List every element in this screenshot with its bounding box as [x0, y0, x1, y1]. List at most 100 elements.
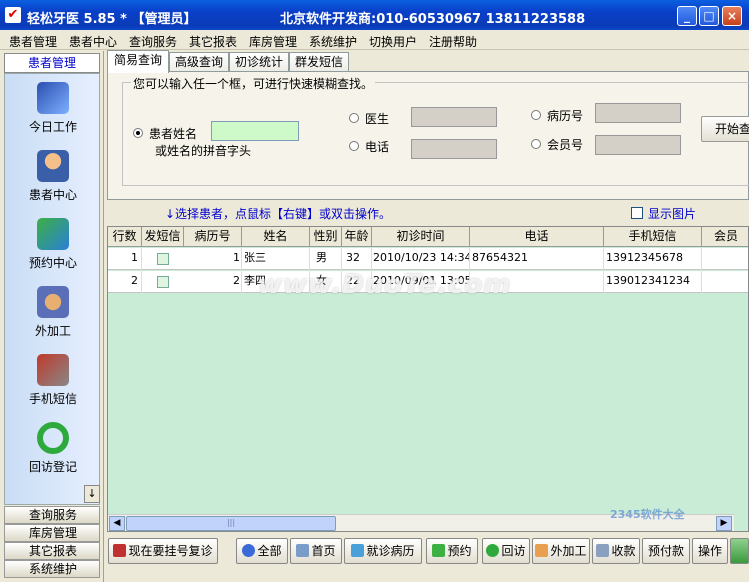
tab-group-sms[interactable]: 群发短信 [289, 52, 349, 72]
col-age[interactable]: 年龄 [342, 227, 372, 247]
sidebar-scroll-down-button[interactable]: ↓ [84, 485, 100, 503]
record-radio[interactable] [531, 110, 541, 120]
followup-small-icon [486, 544, 500, 557]
sidebar-item-today-work[interactable]: 今日工作 [5, 78, 101, 140]
all-button[interactable]: 全部 [236, 538, 288, 564]
button-label: 就诊病历 [366, 544, 415, 558]
sidebar-item-followup[interactable]: 回访登记 [5, 418, 101, 480]
cell-mobile: 139012341234 [604, 271, 702, 293]
record-icon [351, 544, 365, 557]
menu-system[interactable]: 系统维护 [309, 33, 357, 50]
table-row[interactable]: 1 1 张三 男 32 2010/10/23 14:34 87654321 13… [108, 248, 748, 270]
cell-row-number: 1 [108, 248, 142, 270]
name-radio[interactable] [133, 128, 143, 138]
maximize-button[interactable]: □ [699, 6, 719, 26]
phone-radio[interactable] [349, 141, 359, 151]
menu-switch-user[interactable]: 切换用户 [369, 33, 417, 50]
sidebar-item-patient-center[interactable]: 患者中心 [5, 146, 101, 208]
send-sms-checkbox[interactable] [157, 276, 169, 288]
sidebar-item-sms[interactable]: 手机短信 [5, 350, 101, 412]
register-revisit-button[interactable]: 现在要挂号复诊 [108, 538, 218, 564]
sidebar-item-outsourcing[interactable]: 外加工 [5, 282, 101, 344]
medical-record-button[interactable]: 就诊病历 [344, 538, 422, 564]
tab-simple-query[interactable]: 简易查询 [107, 50, 169, 73]
operate-button[interactable]: 操作 [692, 538, 728, 564]
member-label: 会员号 [547, 138, 584, 152]
col-phone[interactable]: 电话 [470, 227, 604, 247]
sidebar-button-other-reports[interactable]: 其它报表 [4, 542, 100, 560]
menu-patient-center[interactable]: 患者中心 [69, 33, 117, 50]
doctor-select[interactable] [411, 107, 497, 127]
col-sex[interactable]: 性别 [310, 227, 342, 247]
outsourcing-small-icon [535, 544, 549, 557]
phone-label: 电话 [365, 140, 390, 154]
home-button[interactable]: 首页 [290, 538, 342, 564]
exit-icon[interactable] [730, 538, 749, 564]
close-button[interactable]: × [722, 6, 742, 26]
col-send-sms[interactable]: 发短信 [142, 227, 184, 247]
today-work-icon [37, 82, 69, 114]
followup-button[interactable]: 回访 [482, 538, 530, 564]
sidebar-item-label: 手机短信 [28, 392, 77, 406]
sidebar-button-warehouse[interactable]: 库房管理 [4, 524, 100, 542]
hint-bar: ↓选择患者，点鼠标【右键】或双击操作。 显示图片 [107, 201, 749, 225]
arrow-right-icon [113, 544, 127, 557]
appointment-button[interactable]: 预约 [426, 538, 478, 564]
sidebar-button-query-service[interactable]: 查询服务 [4, 506, 100, 524]
menu-register-help[interactable]: 注册帮助 [429, 33, 477, 50]
button-label: 回访 [501, 544, 526, 558]
developer-info: 北京软件开发商:010-60530967 13811223588 [280, 12, 586, 27]
show-photo-checkbox[interactable] [631, 207, 643, 219]
outsourcing-icon [37, 286, 69, 318]
tab-first-visit-stats[interactable]: 初诊统计 [229, 52, 289, 72]
col-row-number[interactable]: 行数 [108, 227, 142, 247]
scroll-thumb[interactable]: ||| [126, 516, 336, 531]
page-icon [296, 544, 310, 557]
send-sms-checkbox[interactable] [157, 253, 169, 265]
button-label: 外加工 [550, 544, 587, 558]
appointment-icon [37, 218, 69, 250]
patient-center-icon [37, 150, 69, 182]
col-first-visit-time[interactable]: 初诊时间 [372, 227, 470, 247]
button-label: 预约 [447, 544, 472, 558]
outsourcing-button[interactable]: 外加工 [532, 538, 590, 564]
col-member[interactable]: 会员 [702, 227, 748, 247]
prepayment-button[interactable]: 预付款 [642, 538, 690, 564]
show-photo-label[interactable]: 显示图片 [648, 205, 696, 222]
minimize-button[interactable]: _ [677, 6, 697, 26]
menu-patient-management[interactable]: 患者管理 [9, 33, 57, 50]
sidebar-button-system[interactable]: 系统维护 [4, 560, 100, 578]
menu-query-service[interactable]: 查询服务 [129, 33, 177, 50]
menu-warehouse[interactable]: 库房管理 [249, 33, 297, 50]
menu-other-reports[interactable]: 其它报表 [189, 33, 237, 50]
button-label: 首页 [311, 544, 336, 558]
scroll-right-icon[interactable]: ▶ [716, 516, 732, 531]
name-label: 患者姓名 [149, 127, 198, 141]
start-search-button[interactable]: 开始查 [701, 116, 749, 142]
doctor-radio[interactable] [349, 113, 359, 123]
button-label: 操作 [697, 544, 722, 558]
appointment-small-icon [432, 544, 446, 557]
watermark: www.DuoTe.com [258, 270, 512, 300]
col-mobile[interactable]: 手机短信 [604, 227, 702, 247]
search-panel: 您可以输入任一个框，可进行快速模糊查找。 患者姓名 或姓名的拼音字头 医生 电话… [107, 71, 749, 200]
name-input[interactable] [211, 121, 299, 141]
tab-advanced-query[interactable]: 高级查询 [169, 52, 229, 72]
member-input[interactable] [595, 135, 681, 155]
watermark-2345: 2345软件大全 [610, 508, 685, 521]
sidebar-header[interactable]: 患者管理 [4, 53, 100, 73]
col-name[interactable]: 姓名 [242, 227, 310, 247]
window-title: 轻松牙医 5.85 * 【管理员】 [27, 12, 197, 27]
scroll-left-icon[interactable]: ◀ [109, 516, 125, 531]
phone-input[interactable] [411, 139, 497, 159]
col-record-no[interactable]: 病历号 [184, 227, 242, 247]
button-label: 现在要挂号复诊 [128, 544, 213, 558]
followup-icon [37, 422, 69, 454]
member-radio[interactable] [531, 139, 541, 149]
sidebar-item-label: 今日工作 [28, 120, 77, 134]
payment-button[interactable]: 收款 [592, 538, 640, 564]
operation-hint: ↓选择患者，点鼠标【右键】或双击操作。 [165, 207, 392, 221]
record-input[interactable] [595, 103, 681, 123]
sidebar-item-appointment[interactable]: 预约中心 [5, 214, 101, 276]
menu-bar: 患者管理 患者中心 查询服务 其它报表 库房管理 系统维护 切换用户 注册帮助 [0, 30, 749, 50]
